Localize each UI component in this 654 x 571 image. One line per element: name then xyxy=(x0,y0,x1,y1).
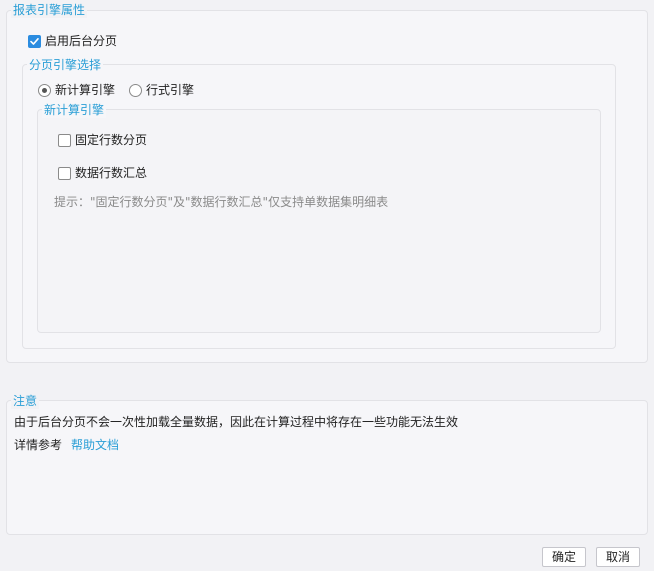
rows-summary-checkbox[interactable] xyxy=(58,166,71,180)
new-calc-engine-radio[interactable] xyxy=(38,83,51,97)
radio-row-engine[interactable]: 行式引擎 xyxy=(129,82,194,98)
enable-backend-paging-checkbox[interactable] xyxy=(28,34,41,48)
rows-summary-option[interactable]: 数据行数汇总 xyxy=(58,165,147,181)
report-engine-group-title: 报表引擎属性 xyxy=(11,2,88,18)
report-engine-dialog: 报表引擎属性 启用后台分页 分页引擎选择 新计算引擎 行式引擎 新计算引擎 固定… xyxy=(0,0,654,571)
notice-reference-label: 详情参考 xyxy=(14,438,63,452)
fixed-rows-paging-checkbox[interactable] xyxy=(58,133,71,147)
new-calc-engine-label: 新计算引擎 xyxy=(55,83,116,97)
enable-backend-paging-option[interactable]: 启用后台分页 xyxy=(28,33,117,49)
cancel-button[interactable]: 取消 xyxy=(596,547,640,567)
fixed-rows-paging-label: 固定行数分页 xyxy=(75,133,148,147)
engine-hint-text: 提示："固定行数分页"及"数据行数汇总"仅支持单数据集明细表 xyxy=(54,195,389,209)
new-calc-engine-group-title: 新计算引擎 xyxy=(42,102,107,118)
row-engine-radio[interactable] xyxy=(129,83,142,97)
notice-text: 由于后台分页不会一次性加载全量数据，因此在计算过程中将存在一些功能无法生效 xyxy=(14,415,459,429)
fixed-rows-paging-option[interactable]: 固定行数分页 xyxy=(58,132,147,148)
enable-backend-paging-label: 启用后台分页 xyxy=(45,34,118,48)
notice-group-title: 注意 xyxy=(11,393,40,409)
radio-selected-dot xyxy=(42,87,47,93)
paging-engine-group-title: 分页引擎选择 xyxy=(27,57,104,73)
notice-reference: 详情参考 帮助文档 xyxy=(14,437,119,453)
rows-summary-label: 数据行数汇总 xyxy=(75,166,148,180)
radio-new-calc-engine[interactable]: 新计算引擎 xyxy=(38,82,115,98)
row-engine-label: 行式引擎 xyxy=(146,83,195,97)
help-doc-link[interactable]: 帮助文档 xyxy=(71,437,119,453)
ok-button[interactable]: 确定 xyxy=(542,547,586,567)
checkmark-icon xyxy=(30,37,39,45)
